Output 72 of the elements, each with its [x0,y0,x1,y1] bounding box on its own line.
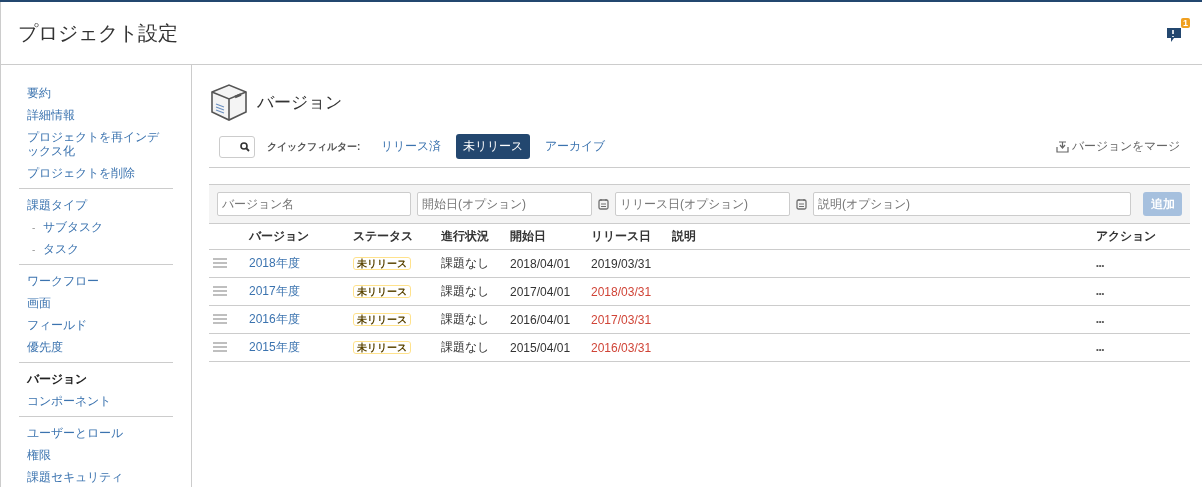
drag-handle-icon[interactable] [213,341,227,352]
status-lozenge: 未リリース [353,313,411,326]
merge-icon [1056,140,1069,153]
sidebar-item[interactable]: 画面 [19,292,173,314]
sidebar-item[interactable]: 権限 [19,444,173,466]
sidebar-item[interactable]: 課題タイプ [19,194,173,216]
version-link[interactable]: 2017年度 [245,277,349,306]
actions-menu[interactable]: ••• [1096,344,1105,354]
table-cell: 課題なし [437,305,506,334]
status-lozenge: 未リリース [353,285,411,298]
calendar-icon[interactable] [598,198,609,210]
feedback-icon[interactable] [1166,26,1182,44]
filter-tab[interactable]: アーカイブ [538,134,613,159]
sidebar-item[interactable]: 課題セキュリティ [19,466,173,487]
page-title: プロジェクト設定 [18,20,178,46]
column-header: 説明 [668,224,1092,250]
sidebar-item[interactable]: プロジェクトを削除 [19,162,173,184]
release-date-field[interactable]: リリース日(オプション) [615,192,790,216]
sidebar-item[interactable]: ユーザーとロール [19,422,173,444]
actions-menu[interactable]: ••• [1096,316,1105,326]
dash-mark: - [32,221,36,233]
drag-handle-icon[interactable] [213,313,227,324]
sidebar-item[interactable]: フィールド [19,314,173,336]
sidebar-item[interactable]: 優先度 [19,336,173,358]
notification-badge: 1 [1181,18,1190,28]
column-header: 開始日 [506,224,587,250]
filter-tab[interactable]: リリース済 [374,134,449,159]
drag-handle-icon[interactable] [213,285,227,296]
version-name-field[interactable]: バージョン名 [217,192,411,216]
sidebar-subitem[interactable]: サブタスク [43,220,104,234]
table-cell: 2015/04/01 [506,333,587,362]
sidebar-subitem[interactable]: タスク [43,242,80,256]
filter-tab[interactable]: 未リリース [456,134,531,159]
section-heading: バージョン [257,91,342,114]
release-date-cell: 2016/03/31 [587,333,668,362]
actions-menu[interactable]: ••• [1096,288,1105,298]
filter-label: クイックフィルター: [267,139,361,154]
search-field[interactable] [219,135,255,158]
table-cell: 課題なし [437,249,506,278]
status-lozenge: 未リリース [353,257,411,270]
release-date-cell: 2017/03/31 [587,305,668,334]
package-box-icon [209,82,249,122]
column-header: バージョン [245,224,349,250]
table-cell: 課題なし [437,333,506,362]
table-cell: 課題なし [437,277,506,306]
dash-mark: - [32,243,36,255]
sidebar-item[interactable]: ワークフロー [19,270,173,292]
table-cell: 2016/04/01 [506,305,587,334]
column-header: アクション [1092,224,1190,250]
merge-versions-link[interactable]: バージョンをマージ [1072,138,1180,155]
version-link[interactable]: 2016年度 [245,305,349,334]
start-date-field[interactable]: 開始日(オプション) [417,192,592,216]
column-header: ステータス [349,224,437,250]
calendar-icon[interactable] [796,198,807,210]
status-lozenge: 未リリース [353,341,411,354]
release-date-cell: 2019/03/31 [587,249,668,278]
version-link[interactable]: 2015年度 [245,333,349,362]
sidebar-item[interactable]: 要約 [19,82,173,104]
drag-handle-icon[interactable] [213,257,227,268]
description-field[interactable]: 説明(オプション) [813,192,1131,216]
column-header: リリース日 [587,224,668,250]
sidebar-item[interactable]: コンポーネント [19,390,173,412]
table-cell: 2018/04/01 [506,249,587,278]
sidebar-item[interactable]: 詳細情報 [19,104,173,126]
release-date-cell: 2018/03/31 [587,277,668,306]
table-cell: 2017/04/01 [506,277,587,306]
sidebar-item[interactable]: プロジェクトを再インデックス化 [19,126,173,162]
actions-menu[interactable]: ••• [1096,260,1105,270]
version-link[interactable]: 2018年度 [245,249,349,278]
column-header: 進行状況 [437,224,506,250]
sidebar-item[interactable]: バージョン [19,368,173,390]
search-icon [240,141,250,152]
